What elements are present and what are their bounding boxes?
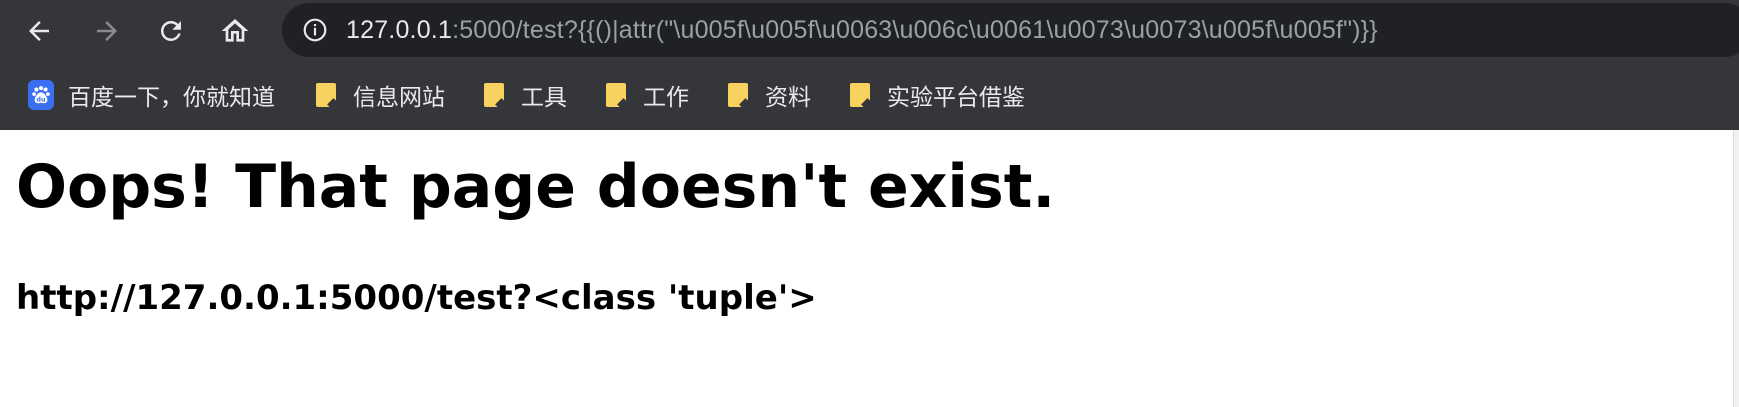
page-title: Oops! That page doesn't exist. (16, 152, 1056, 222)
folder-icon (847, 82, 873, 108)
folder-icon (725, 82, 751, 108)
folder-icon (481, 82, 507, 108)
url-host: 127.0.0.1 (346, 15, 453, 44)
bookmark-label: 实验平台借鉴 (887, 85, 1025, 111)
svg-text:du: du (36, 95, 46, 103)
bookmark-label: 工具 (521, 85, 567, 111)
page-content: Oops! That page doesn't exist. http://12… (0, 130, 1734, 407)
bookmark-label: 百度一下，你就知道 (68, 85, 275, 111)
bookmark-folder-materials[interactable]: 资料 (715, 75, 821, 115)
url-text[interactable]: 127.0.0.1:5000/test?{{()|attr("\u005f\u0… (346, 16, 1378, 45)
forward-arrow-icon (92, 16, 122, 46)
reload-icon (156, 16, 186, 46)
baidu-paw-icon: du (28, 80, 54, 110)
folder-icon (313, 82, 339, 108)
forward-button[interactable] (86, 10, 128, 52)
browser-toolbar: 127.0.0.1:5000/test?{{()|attr("\u005f\u0… (0, 0, 1739, 62)
info-icon[interactable] (300, 15, 330, 45)
back-button[interactable] (18, 10, 60, 52)
address-bar[interactable]: 127.0.0.1:5000/test?{{()|attr("\u005f\u0… (282, 3, 1739, 57)
reload-button[interactable] (150, 10, 192, 52)
scrollbar[interactable] (1733, 130, 1739, 407)
home-icon (219, 15, 251, 47)
requested-url-text: http://127.0.0.1:5000/test?<class 'tuple… (16, 278, 817, 318)
bookmarks-bar: du 百度一下，你就知道 信息网站 工具 工作 资料 实验平台借鉴 (0, 70, 1739, 120)
folder-icon (603, 82, 629, 108)
bookmark-folder-lab-platform[interactable]: 实验平台借鉴 (837, 75, 1035, 115)
bookmark-folder-info-sites[interactable]: 信息网站 (303, 75, 455, 115)
url-path: :5000/test?{{()|attr("\u005f\u005f\u0063… (452, 15, 1378, 44)
browser-chrome: 127.0.0.1:5000/test?{{()|attr("\u005f\u0… (0, 0, 1739, 130)
bookmark-label: 信息网站 (353, 85, 445, 111)
bookmark-label: 工作 (643, 85, 689, 111)
bookmark-folder-tools[interactable]: 工具 (471, 75, 577, 115)
bookmark-label: 资料 (765, 85, 811, 111)
bookmark-baidu[interactable]: du 百度一下，你就知道 (18, 75, 285, 115)
home-button[interactable] (214, 10, 256, 52)
back-arrow-icon (24, 16, 54, 46)
bookmark-folder-work[interactable]: 工作 (593, 75, 699, 115)
